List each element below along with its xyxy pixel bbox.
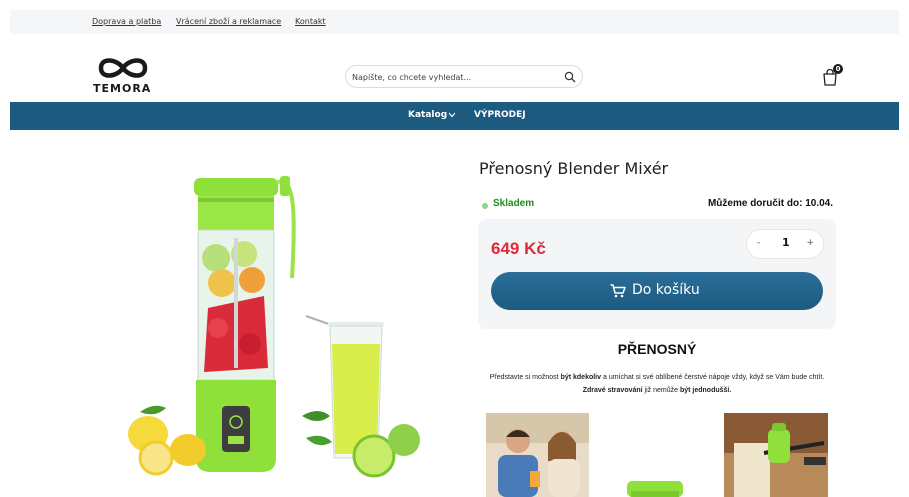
delivery-date: Můžeme doručit do: 10.04. (707, 198, 833, 209)
stock-status: Skladem (493, 198, 535, 209)
product-image[interactable] (118, 168, 428, 486)
add-to-cart-button[interactable]: Do košíku (491, 272, 823, 310)
link-contact[interactable]: Kontakt (295, 17, 326, 26)
stock-indicator-dot (482, 203, 488, 209)
product-title: Přenosný Blender Mixér (479, 159, 669, 178)
main-navigation: Katalog VÝPRODEJ (10, 102, 899, 130)
quantity-value[interactable]: 1 (782, 236, 790, 249)
search-input[interactable] (352, 70, 552, 84)
nav-catalog[interactable]: Katalog (408, 110, 447, 120)
site-logo[interactable]: TEMORA (93, 55, 153, 95)
section-description: Představte si možnost být kdekoliv a umí… (480, 371, 834, 397)
product-price: 649 Kč (491, 239, 546, 258)
desc-text-1: Představte si možnost (489, 374, 561, 381)
cart-button[interactable]: 0 (822, 64, 846, 86)
desc-bold-2: Zdravé stravování (582, 387, 643, 394)
blender-top-illustration (623, 413, 687, 497)
desc-bold-1: být kdekoliv (560, 374, 602, 381)
quantity-decrease-button[interactable]: - (757, 238, 760, 248)
nav-sale[interactable]: VÝPRODEJ (474, 110, 526, 120)
bike-photo-illustration (724, 413, 828, 497)
blender-illustration (128, 176, 420, 478)
link-returns[interactable]: Vrácení zboží a reklamace (176, 17, 281, 26)
top-utility-bar: Doprava a platba Vrácení zboží a reklama… (10, 10, 899, 34)
cart-count-badge: 0 (833, 64, 843, 74)
infinity-logo-icon (98, 58, 148, 78)
link-shipping[interactable]: Doprava a platba (92, 17, 161, 26)
add-to-cart-label: Do košíku (632, 282, 700, 298)
search-icon[interactable] (564, 71, 576, 83)
desc-text-3: již nemůže (642, 387, 680, 394)
section-heading: PŘENOSNÝ (617, 341, 697, 357)
lifestyle-photo-couple (486, 413, 589, 497)
logo-text: TEMORA (93, 82, 152, 95)
quantity-increase-button[interactable]: + (806, 238, 814, 248)
desc-bold-3: být jednodušší. (679, 387, 732, 394)
product-photo-blender-top (623, 413, 687, 497)
chevron-down-icon[interactable] (448, 112, 456, 118)
buy-box: 649 Kč - 1 + Do košíku (478, 219, 836, 329)
search-box (345, 65, 583, 88)
lifestyle-photo-bike (724, 413, 828, 497)
desc-text-2: a umíchat si své oblíbené čerstvé nápoje… (601, 374, 825, 381)
couple-photo-illustration (486, 413, 589, 497)
quantity-stepper: - 1 + (746, 229, 824, 259)
cart-icon (610, 284, 626, 298)
